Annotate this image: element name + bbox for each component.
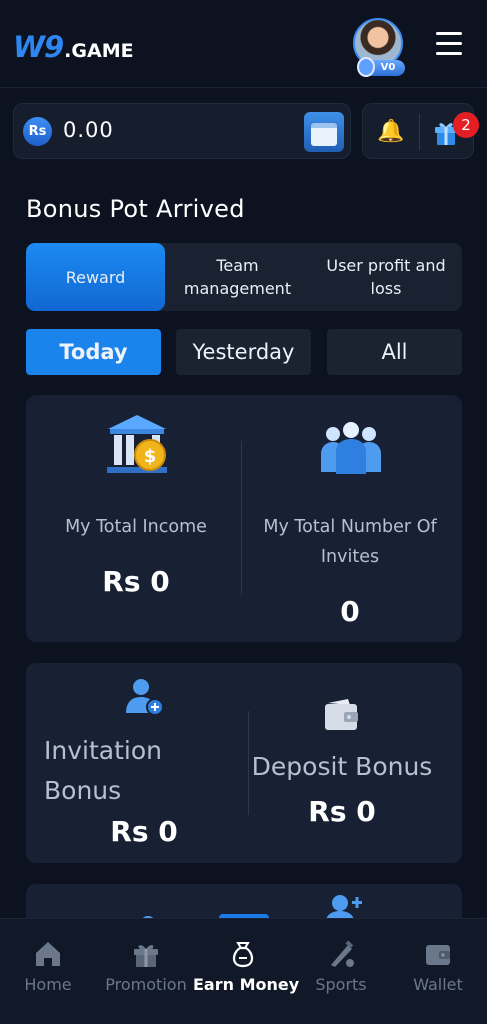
balance-amount: 0.00	[63, 118, 114, 142]
medal-icon	[357, 57, 375, 77]
vip-level-badge: V0	[357, 57, 405, 77]
nav-promotion-label: Promotion	[105, 975, 187, 994]
bonus-card: Invitation Bonus Rs 0 Deposit Bonus Rs 0	[26, 663, 462, 863]
tab-user-profit-and-loss[interactable]: User profit and loss	[310, 243, 462, 311]
notification-count-badge: 2	[453, 112, 479, 138]
vip-level-text: V0	[380, 62, 396, 73]
divider	[241, 441, 242, 595]
nav-promotion[interactable]: Promotion	[96, 939, 196, 994]
menu-icon[interactable]	[436, 32, 462, 56]
filter-yesterday[interactable]: Yesterday	[176, 329, 311, 375]
total-invites-value: 0	[340, 595, 360, 628]
currency-coin-icon: Rs	[23, 117, 52, 146]
nav-sports-label: Sports	[315, 975, 367, 994]
wallet-icon[interactable]	[304, 112, 344, 152]
filter-today[interactable]: Today	[26, 329, 161, 375]
deposit-bonus-value: Rs 0	[308, 795, 376, 828]
total-income-label: My Total Income	[65, 517, 207, 537]
user-avatar-button[interactable]: V0	[353, 18, 407, 78]
wallet-icon	[325, 699, 358, 730]
people-icon	[321, 422, 381, 474]
nav-wallet[interactable]: Wallet	[388, 939, 487, 994]
wallet-icon	[426, 945, 450, 965]
app-logo[interactable]: W9 .GAME	[13, 30, 134, 64]
money-bag-icon	[232, 942, 254, 968]
invitation-bonus-value: Rs 0	[110, 815, 178, 848]
add-user-icon	[126, 679, 164, 716]
bank-icon: $	[107, 415, 167, 473]
svg-text:$: $	[144, 446, 157, 467]
income-invites-card: $ My Total Income Rs 0 My Total Number O…	[26, 395, 462, 642]
nav-earn-money-label: Earn Money	[193, 975, 300, 994]
deposit-bonus-label: Deposit Bonus	[251, 752, 433, 781]
total-income-value: Rs 0	[102, 565, 170, 598]
bottom-navigation: Home Promotion Earn Money Sports Wallet	[0, 918, 487, 1024]
nav-earn-money[interactable]: Earn Money	[193, 939, 300, 994]
total-invites-label: My Total Number Of Invites	[263, 517, 437, 567]
gift-icon	[134, 945, 158, 967]
notifications-card: 🔔 2	[362, 103, 479, 159]
home-icon	[36, 942, 60, 966]
nav-home-label: Home	[24, 975, 72, 994]
page-title: Bonus Pot Arrived	[26, 195, 245, 223]
nav-sports[interactable]: Sports	[291, 939, 391, 994]
logo-main: W9	[13, 30, 64, 64]
logo-suffix: .GAME	[64, 40, 134, 62]
tab-reward[interactable]: Reward	[26, 243, 165, 311]
tab-bar: Reward Team management User profit and l…	[26, 243, 462, 311]
nav-wallet-label: Wallet	[413, 975, 463, 994]
tab-team-management[interactable]: Team management	[165, 243, 310, 311]
balance-card: Rs 0.00	[13, 103, 351, 159]
divider	[419, 114, 420, 150]
nav-home[interactable]: Home	[0, 939, 98, 994]
filter-all[interactable]: All	[327, 329, 462, 375]
invitation-bonus-label: Invitation Bonus	[44, 736, 162, 805]
top-header: W9 .GAME V0	[0, 0, 487, 88]
date-filter-group: Today Yesterday All	[26, 329, 462, 375]
bell-icon[interactable]: 🔔	[377, 118, 404, 146]
sports-icon	[331, 940, 354, 967]
